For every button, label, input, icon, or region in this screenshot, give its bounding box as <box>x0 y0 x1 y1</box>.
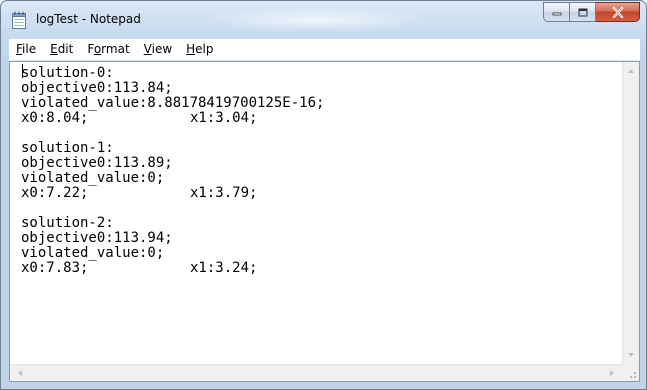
maximize-button[interactable] <box>570 2 596 22</box>
caption-buttons <box>543 2 640 23</box>
variables-line: x0:7.83; x1:3.24; <box>10 261 622 276</box>
x0-value: x0:8.04; <box>21 110 89 126</box>
horizontal-scrollbar[interactable] <box>10 364 622 381</box>
editor-text-area[interactable]: solution-0: objective0:113.84; violated_… <box>10 62 622 364</box>
title-bar-glare <box>201 7 431 33</box>
x0-value: x0:7.22; <box>21 185 89 201</box>
scroll-left-arrow-icon[interactable] <box>18 370 22 376</box>
close-button[interactable] <box>596 2 640 22</box>
variables-line: x0:7.22; x1:3.79; <box>10 186 622 201</box>
menu-bar: File Edit Format View Help <box>9 39 640 61</box>
maximize-icon <box>578 8 587 16</box>
minimize-button[interactable] <box>543 2 570 22</box>
violated-value-line: violated_value:8.88178419700125E-16; <box>21 95 325 111</box>
menu-help-label: elp <box>195 42 214 56</box>
violated-value-line: violated_value:0; <box>21 170 165 186</box>
title-bar[interactable]: logTest - Notepad <box>1 1 646 39</box>
scroll-right-arrow-icon[interactable] <box>610 370 614 376</box>
menu-edit-label: dit <box>57 42 74 56</box>
objective-line: objective0:113.89; <box>21 155 173 171</box>
menu-help-accel: H <box>186 42 196 56</box>
notepad-icon[interactable] <box>11 11 27 29</box>
menu-view[interactable]: View <box>137 40 179 59</box>
solution-header: solution-1: <box>21 140 114 156</box>
minimize-icon <box>552 12 561 16</box>
x1-value: x1:3.04; <box>190 110 258 126</box>
x0-value: x0:7.83; <box>21 260 89 276</box>
text-editor[interactable]: solution-0: objective0:113.84; violated_… <box>9 61 640 382</box>
close-icon <box>612 6 623 18</box>
solution-header: solution-2: <box>21 215 114 231</box>
grip-dot <box>630 376 632 378</box>
window-title: logTest - Notepad <box>36 12 141 26</box>
x1-value: x1:3.79; <box>190 185 258 201</box>
scroll-up-arrow-icon[interactable] <box>628 69 634 73</box>
menu-format[interactable]: Format <box>80 40 136 59</box>
menu-edit-accel: E <box>50 42 58 56</box>
scroll-down-arrow-icon[interactable] <box>628 353 634 357</box>
variables-line: x0:8.04; x1:3.04; <box>10 111 622 126</box>
text-caret <box>22 64 23 78</box>
size-grip[interactable] <box>622 364 639 381</box>
grip-dot <box>634 376 636 378</box>
violated-value-line: violated_value:0; <box>21 245 165 261</box>
menu-edit[interactable]: Edit <box>43 40 80 59</box>
menu-file-label: ile <box>22 42 37 56</box>
notepad-window: logTest - Notepad File Edit Format View … <box>0 0 647 390</box>
vertical-scrollbar[interactable] <box>622 62 639 364</box>
menu-file[interactable]: File <box>9 40 43 59</box>
objective-line: objective0:113.94; <box>21 230 173 246</box>
objective-line: objective0:113.84; <box>21 80 173 96</box>
menu-help[interactable]: Help <box>179 40 220 59</box>
menu-format-label: rmat <box>101 42 130 56</box>
menu-view-label: iew <box>151 42 173 56</box>
x1-value: x1:3.24; <box>190 260 258 276</box>
solution-header: solution-0: <box>21 65 114 81</box>
grip-dot <box>634 372 636 374</box>
menu-view-accel: V <box>143 42 152 56</box>
